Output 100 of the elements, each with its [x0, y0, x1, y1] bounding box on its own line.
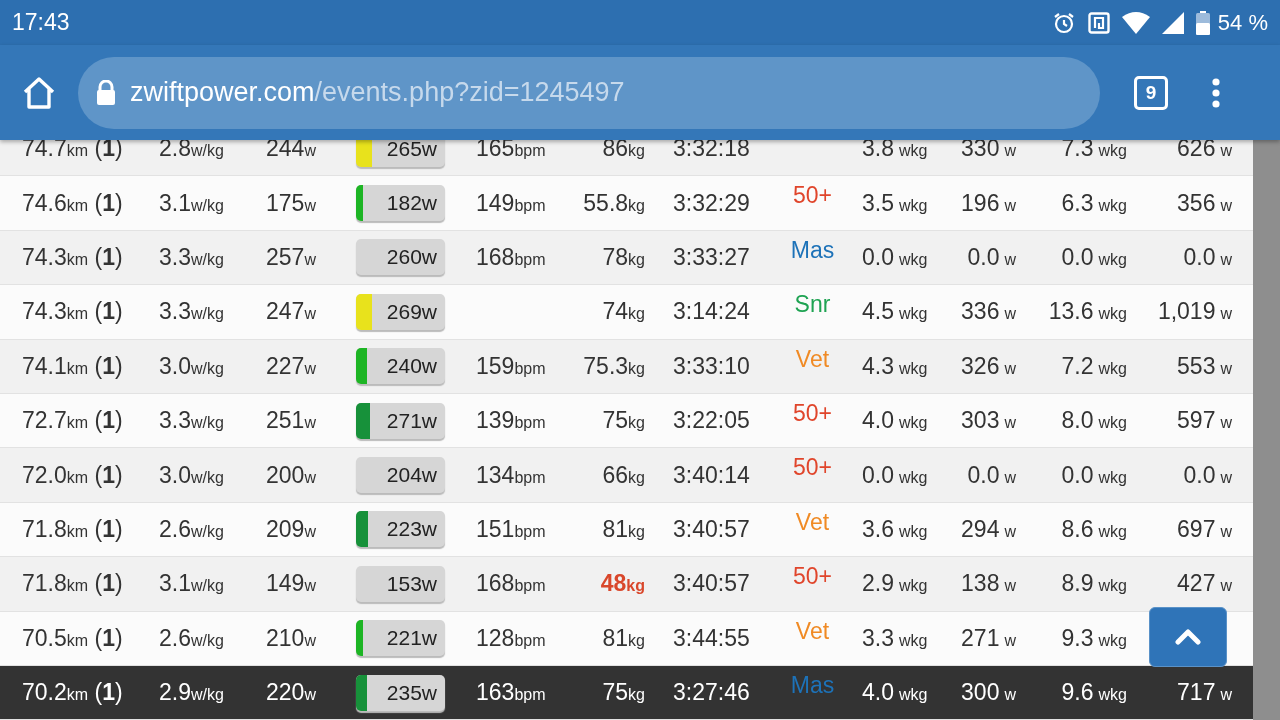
menu-icon[interactable]: [1212, 77, 1220, 108]
wkg-cell-text: 0.0 wkg: [1060, 243, 1127, 271]
power-bar: 182w: [356, 185, 445, 222]
power-cell-text: 209w: [266, 515, 317, 543]
tab-count-button[interactable]: 9: [1134, 75, 1168, 110]
distance-cell-text: 74.1km (1): [22, 352, 124, 380]
power-cell-text: 251w: [266, 407, 317, 435]
wkg-cell-text: 2.9w/kg: [159, 679, 225, 707]
wkg-cell-text: 3.0w/kg: [159, 461, 225, 489]
time-cell-text: 3:14:24: [672, 298, 751, 326]
power-cell-text: 336 w: [960, 298, 1016, 326]
weight-cell-text: 55.8kg: [582, 189, 645, 217]
power-cell-text: 138 w: [960, 570, 1016, 598]
category-label: Vet: [794, 507, 831, 536]
category-label: Vet: [794, 344, 831, 373]
result-row[interactable]: 74.6km (1) 3.1w/kg 175w 182w 149bpm 55.8kg 3:32:29 50+ 3.5 wkg 196 w 6.3 wkg 356 w: [0, 176, 1253, 231]
time-cell-text: 3:40:14: [672, 461, 751, 489]
power-bar: 223w: [356, 511, 445, 548]
wkg-cell-text: 4.3 wkg: [861, 352, 925, 380]
wkg-cell-text: 4.5 wkg: [861, 298, 925, 326]
power-cell-text: 149w: [266, 570, 317, 598]
wkg-cell-text: 2.8w/kg: [159, 140, 225, 163]
category-label: 50+: [792, 562, 833, 591]
weight-cell-text: 74kg: [601, 298, 645, 326]
time-cell-text: 3:40:57: [672, 570, 751, 598]
wkg-cell-text: 2.6w/kg: [159, 624, 225, 652]
power-cell-text: 330 w: [960, 140, 1016, 163]
signal-icon: [1161, 11, 1184, 34]
wkg-cell-text: 3.3w/kg: [159, 243, 225, 271]
wkg-cell-text: 2.6w/kg: [159, 515, 225, 543]
wkg-cell-text: 3.1w/kg: [159, 570, 225, 598]
chevron-up-icon: [1175, 629, 1201, 645]
power-bar: 221w: [356, 620, 445, 657]
distance-cell-text: 74.7km (1): [22, 140, 124, 163]
nfc-icon: [1087, 11, 1110, 34]
heart-rate-cell-text: 168bpm: [476, 243, 547, 271]
wkg-cell-text: 8.9 wkg: [1060, 570, 1127, 598]
result-row[interactable]: 70.2km (1) 2.9w/kg 220w 235w 163bpm 75kg 3:27:46 Mas 4.0 wkg 300 w 9.6 wkg 717 w: [0, 665, 1253, 720]
distance-cell-text: 74.3km (1): [22, 298, 124, 326]
heart-rate-cell-text: 139bpm: [476, 407, 547, 435]
result-row[interactable]: 74.3km (1) 3.3w/kg 257w 260w 168bpm 78kg 3:33:27 Mas 0.0 wkg 0.0 w 0.0 wkg 0.0 w: [0, 230, 1253, 286]
result-row[interactable]: 74.1km (1) 3.0w/kg 227w 240w 159bpm 75.3kg 3:33:10 Vet 4.3 wkg 326 w 7.2 wkg 553 w: [0, 339, 1253, 394]
battery-percent: 54 %: [1217, 9, 1268, 36]
battery-icon: [1195, 10, 1210, 35]
power-cell-text: 294 w: [960, 515, 1016, 543]
power-cell-text: 0.0 w: [1182, 461, 1232, 489]
result-row[interactable]: 74.3km (1) 3.3w/kg 247w 269w 74kg 3:14:24 Snr 4.5 wkg 336 w 13.6 wkg 1,019 w: [0, 285, 1253, 340]
result-row[interactable]: 70.5km (1) 2.6w/kg 210w 221w 128bpm 81kg 3:44:55 Vet 3.3 wkg 271 w 9.3 wkg: [0, 611, 1253, 666]
time-cell-text: 3:27:46: [672, 679, 751, 707]
wkg-cell-text: 3.6 wkg: [861, 515, 925, 543]
wkg-cell-text: 3.1w/kg: [159, 189, 225, 217]
power-bar: 235w: [356, 674, 445, 711]
wkg-cell-text: 9.6 wkg: [1060, 679, 1127, 707]
result-row[interactable]: 71.8km (1) 2.6w/kg 209w 223w 151bpm 81kg 3:40:57 Vet 3.6 wkg 294 w 8.6 wkg 697 w: [0, 502, 1253, 558]
time-cell-text: 3:33:27: [672, 243, 751, 271]
wkg-cell-text: 0.0 wkg: [1060, 461, 1127, 489]
wkg-cell-text: 8.6 wkg: [1060, 515, 1127, 543]
heart-rate-cell-text: 159bpm: [476, 352, 547, 380]
weight-cell-text: 75kg: [601, 679, 645, 707]
distance-cell-text: 70.2km (1): [22, 679, 124, 707]
heart-rate-cell-text: 165bpm: [476, 140, 547, 163]
weight-cell-text: 86kg: [601, 140, 645, 163]
result-row[interactable]: 72.7km (1) 3.3w/kg 251w 271w 139bpm 75kg 3:22:05 50+ 4.0 wkg 303 w 8.0 wkg 597 w: [0, 393, 1253, 449]
heart-rate-cell-text: 168bpm: [476, 570, 547, 598]
wkg-cell-text: 8.0 wkg: [1060, 407, 1127, 435]
heart-rate-cell-text: 134bpm: [476, 461, 547, 489]
power-bar: 153w: [356, 565, 445, 602]
category-label: Vet: [794, 616, 831, 645]
weight-cell-text: 75kg: [601, 407, 645, 435]
power-cell-text: 196 w: [960, 189, 1016, 217]
weight-cell-text: 75.3kg: [582, 352, 645, 380]
power-cell-text: 326 w: [960, 352, 1016, 380]
result-row[interactable]: 72.0km (1) 3.0w/kg 200w 204w 134bpm 66kg 3:40:14 50+ 0.0 wkg 0.0 w 0.0 wkg 0.0 w: [0, 448, 1253, 503]
time-cell-text: 3:40:57: [672, 515, 751, 543]
home-icon[interactable]: [22, 76, 56, 109]
wkg-cell-text: 6.3 wkg: [1060, 189, 1127, 217]
power-bar: 260w: [356, 239, 445, 276]
time-cell-text: 3:22:05: [672, 407, 751, 435]
distance-cell-text: 72.7km (1): [22, 407, 124, 435]
power-cell-text: 427 w: [1176, 570, 1232, 598]
power-cell-text: 597 w: [1176, 407, 1232, 435]
result-row[interactable]: 74.7km (1) 2.8w/kg 244w 265w 165bpm 86kg 3:32:18 3.8 wkg 330 w 7.3 wkg 626 w: [0, 140, 1253, 177]
wkg-cell-text: 0.0 wkg: [861, 243, 925, 271]
power-cell-text: 1,019 w: [1156, 298, 1232, 326]
weight-cell-text: 48kg: [599, 570, 645, 598]
time-cell-text: 3:32:29: [672, 189, 751, 217]
distance-cell-text: 74.3km (1): [22, 243, 124, 271]
wkg-cell-text: 7.2 wkg: [1060, 352, 1127, 380]
result-row[interactable]: 71.8km (1) 3.1w/kg 149w 153w 168bpm 48kg 3:40:57 50+ 2.9 wkg 138 w 8.9 wkg 427 w: [0, 557, 1253, 612]
scroll-top-button[interactable]: [1149, 607, 1227, 667]
wkg-cell-text: 0.0 wkg: [861, 461, 925, 489]
power-bar: 265w: [356, 140, 445, 167]
weight-cell-text: 81kg: [601, 624, 645, 652]
clock-time: 17:43: [12, 9, 70, 36]
wkg-cell-text: 7.3 wkg: [1060, 140, 1127, 163]
wkg-cell-text: 2.9 wkg: [861, 570, 925, 598]
power-cell-text: 227w: [266, 352, 317, 380]
wkg-cell-text: 13.6 wkg: [1047, 298, 1127, 326]
wkg-cell-text: 3.8 wkg: [861, 140, 925, 163]
distance-cell-text: 71.8km (1): [22, 515, 124, 543]
